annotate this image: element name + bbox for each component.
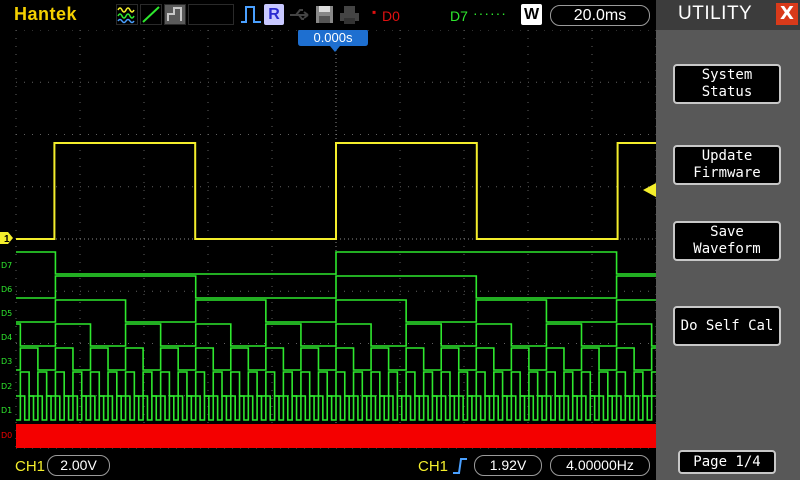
digital-label-d1: D1	[1, 406, 12, 415]
scope-display[interactable]: D7 D6 D5 D4 D3 D2 D1 D0 0.000s 1	[0, 0, 656, 480]
dotted-line-icon: ······	[473, 5, 507, 21]
button-label-line1: Do Self Cal	[680, 317, 774, 334]
pulse-trigger-icon[interactable]	[240, 4, 262, 25]
page-indicator-button[interactable]: Page 1/4	[678, 450, 776, 474]
line-mode-icon[interactable]	[140, 4, 162, 25]
ref-button[interactable]: R	[264, 4, 284, 25]
button-label-line1: System	[701, 67, 753, 83]
rising-edge-icon	[452, 456, 468, 480]
utility-menu: UTILITY X System Status Update Firmware …	[656, 0, 800, 480]
close-icon[interactable]: X	[776, 3, 798, 25]
button-label-line1: Update	[701, 148, 753, 164]
bottom-status-bar: CH1 2.00V CH1 1.92V 4.00000Hz	[0, 452, 656, 480]
digital-label-d7: D7	[1, 261, 12, 270]
digital-label-d6: D6	[1, 285, 12, 294]
menu-title: UTILITY	[678, 3, 753, 24]
button-label-line2: Status	[701, 84, 753, 100]
button-label-line2: Waveform	[693, 241, 761, 257]
window-mode-button[interactable]: W	[521, 4, 542, 25]
ch1-scale-readout[interactable]: 2.00V	[47, 455, 110, 476]
digital-label-d2: D2	[1, 382, 12, 391]
dot-icon: ▪	[372, 5, 377, 19]
save-disk-icon[interactable]	[314, 4, 336, 25]
ch1-marker-label: 1	[4, 234, 10, 245]
menu-title-bar: UTILITY X	[656, 0, 800, 30]
trigger-position-label: 0.000s	[313, 30, 353, 45]
persist-mode-icon[interactable]	[164, 4, 186, 25]
top-status-bar: Hantek R ▪ D0 D7 ······ W 20.0ms	[0, 0, 656, 30]
ch1-label: CH1	[15, 458, 46, 475]
w-label: W	[523, 6, 540, 23]
do-self-cal-button[interactable]: Do Self Cal	[673, 306, 781, 346]
digital-waveform-d1	[16, 395, 656, 421]
digital-waveform-d0	[16, 424, 656, 448]
frequency-readout: 4.00000Hz	[550, 455, 650, 476]
button-label-line1: Save	[710, 224, 744, 240]
system-status-button[interactable]: System Status	[673, 64, 781, 104]
usb-icon	[288, 4, 312, 25]
digital-label-d5: D5	[1, 309, 12, 318]
d7-label: D7	[450, 8, 468, 24]
trigger-source-label: CH1	[418, 458, 449, 475]
brand-logo: Hantek	[14, 4, 78, 24]
timebase-readout[interactable]: 20.0ms	[550, 5, 650, 26]
blank-slot	[188, 4, 234, 25]
ref-label: R	[268, 6, 280, 23]
d0-label: D0	[382, 8, 400, 24]
digital-label-d3: D3	[1, 357, 12, 366]
button-label-line2: Firmware	[693, 165, 761, 181]
save-waveform-button[interactable]: Save Waveform	[673, 221, 781, 261]
printer-icon[interactable]	[338, 4, 362, 25]
waveform-mode-icon[interactable]	[116, 4, 138, 25]
digital-label-d4: D4	[1, 333, 12, 342]
digital-label-d0: D0	[1, 431, 12, 440]
trigger-level-readout[interactable]: 1.92V	[474, 455, 542, 476]
update-firmware-button[interactable]: Update Firmware	[673, 145, 781, 185]
